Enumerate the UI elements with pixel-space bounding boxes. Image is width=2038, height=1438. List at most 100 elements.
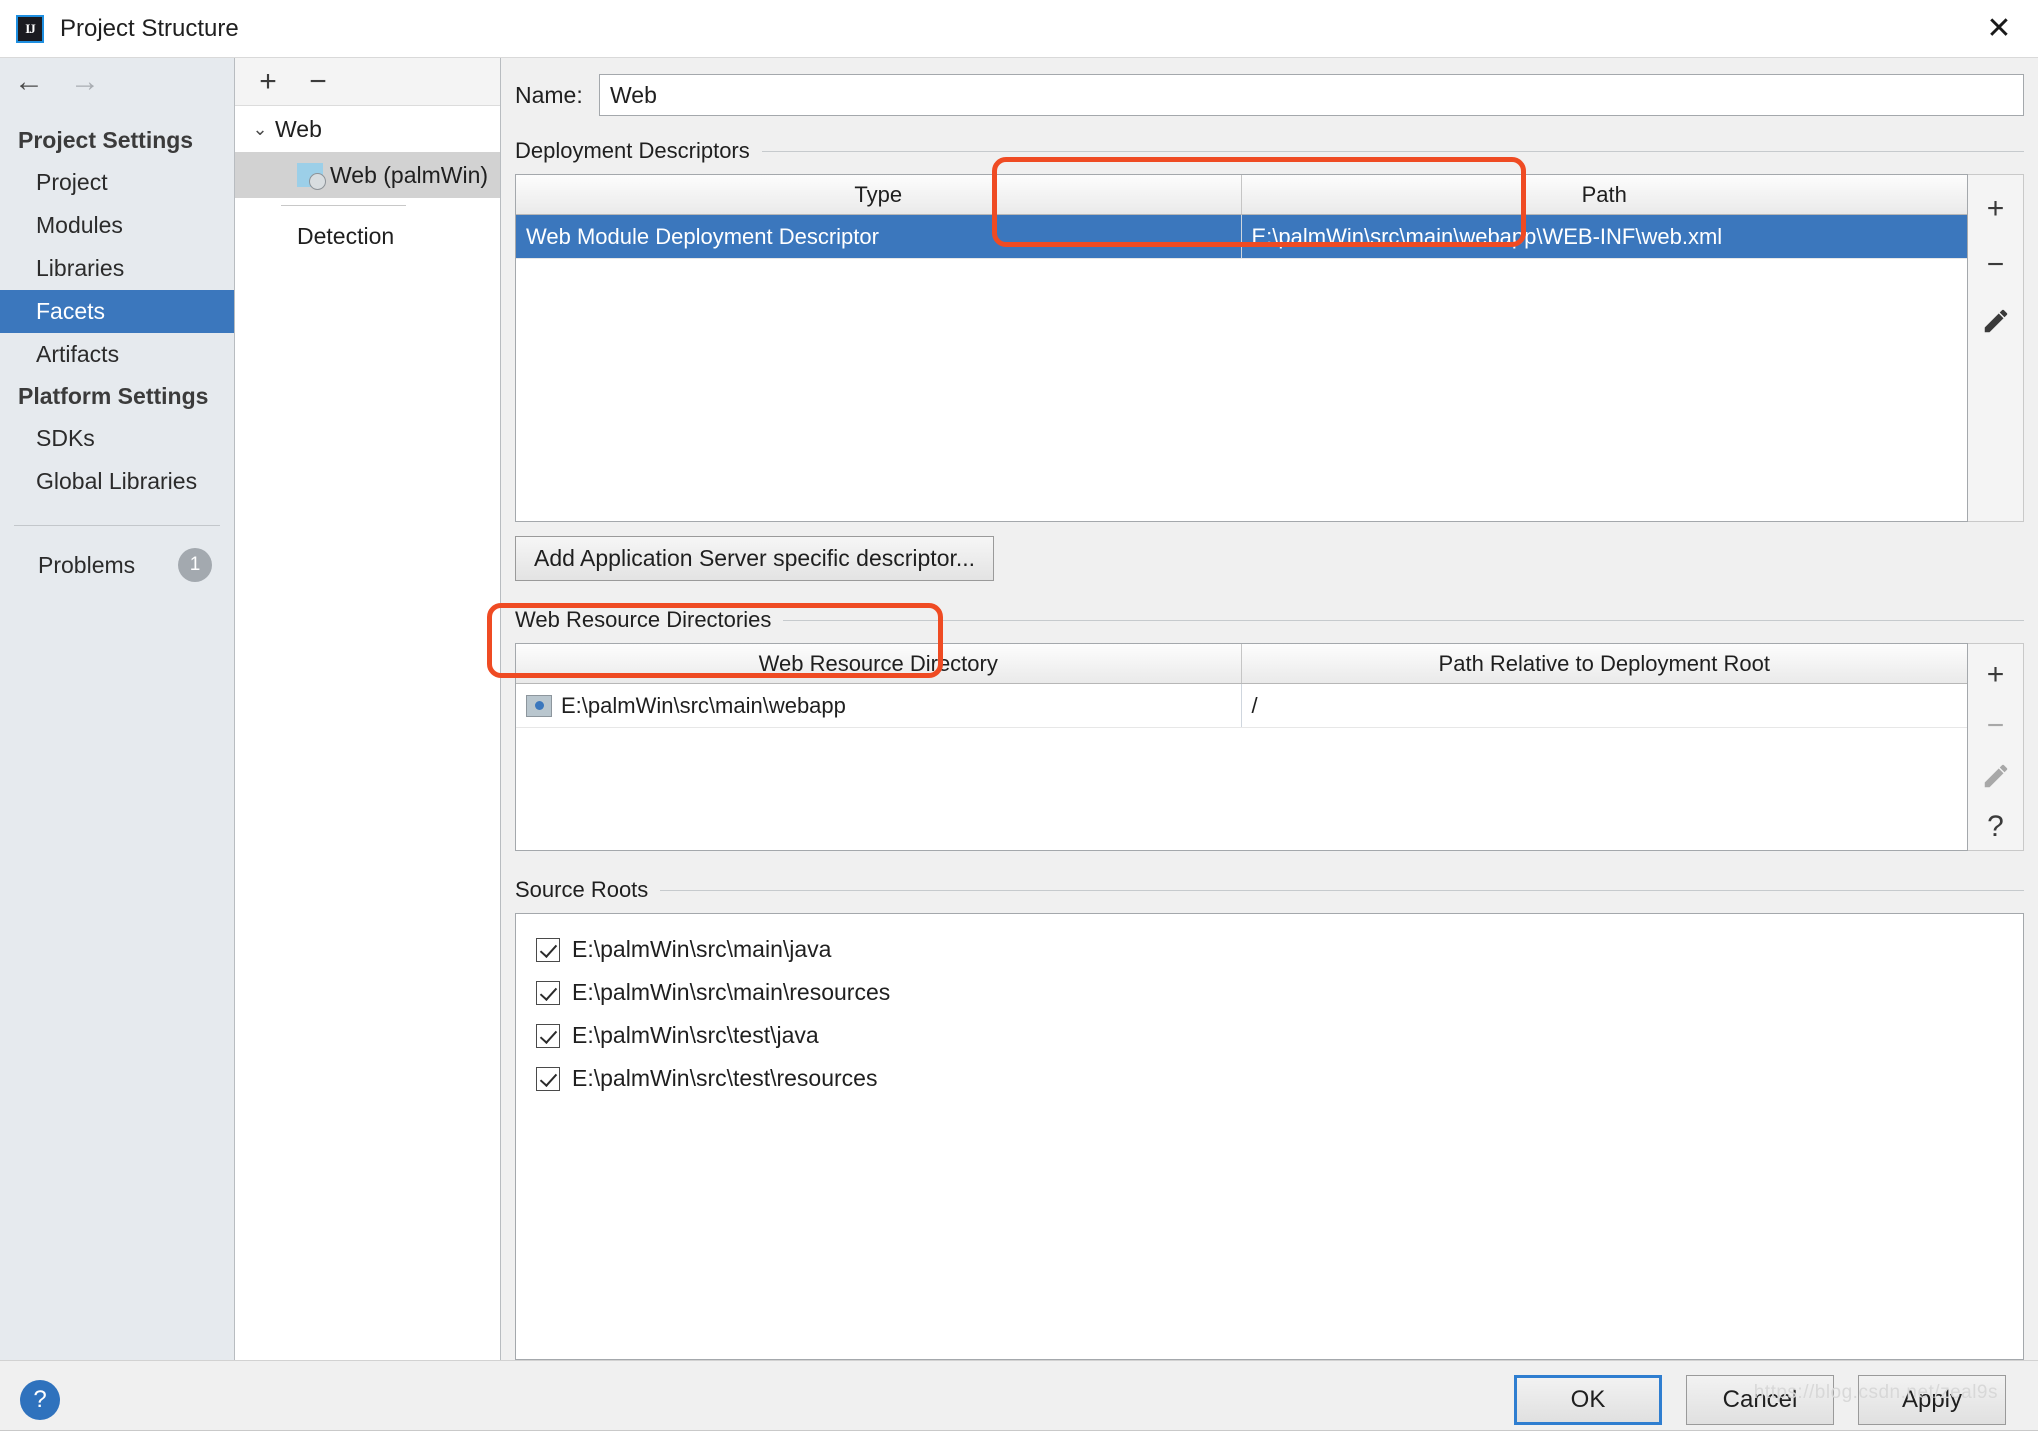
deployment-descriptors-label: Deployment Descriptors bbox=[515, 138, 750, 163]
web-resource-directory-help-button[interactable]: ? bbox=[1972, 804, 2020, 851]
tree-node-web-palmwin-label: Web (palmWin) bbox=[330, 161, 489, 188]
table-body: E:\palmWin\src\main\webapp / bbox=[516, 684, 1967, 850]
column-header-path[interactable]: Path bbox=[1242, 175, 1968, 214]
deployment-descriptors-table-wrap: Type Path Web Module Deployment Descript… bbox=[515, 174, 2024, 522]
section-rule bbox=[783, 619, 2024, 621]
web-facet-icon bbox=[297, 163, 326, 190]
checkbox-icon[interactable] bbox=[536, 937, 560, 962]
pencil-icon bbox=[1984, 765, 2007, 788]
sidebar-group-platform-settings: Platform Settings bbox=[18, 383, 209, 409]
remove-web-resource-directory-button[interactable]: − bbox=[1972, 703, 2020, 750]
column-header-type[interactable]: Type bbox=[516, 175, 1242, 214]
close-icon[interactable]: ✕ bbox=[1960, 0, 2038, 57]
add-facet-icon[interactable]: + bbox=[255, 66, 281, 97]
edit-descriptor-button[interactable] bbox=[1972, 295, 2020, 347]
table-header-row: Type Path bbox=[516, 175, 1967, 215]
table-row[interactable]: E:\palmWin\src\main\webapp / bbox=[516, 684, 1967, 728]
column-header-web-resource-directory[interactable]: Web Resource Directory bbox=[516, 644, 1242, 683]
web-resource-directories-label: Web Resource Directories bbox=[515, 607, 772, 632]
deployment-descriptors-header: Deployment Descriptors bbox=[515, 138, 2024, 164]
sidebar-item-modules[interactable]: Modules bbox=[0, 204, 234, 247]
sidebar-group-project-settings: Project Settings bbox=[18, 127, 194, 153]
cell-path: E:\palmWin\src\main\webapp\WEB-INF\web.x… bbox=[1251, 223, 1723, 249]
facet-editor-panel: Name: Deployment Descriptors Type Path W… bbox=[501, 58, 2038, 1360]
list-item[interactable]: E:\palmWin\src\test\java bbox=[516, 1014, 2023, 1057]
source-root-label: E:\palmWin\src\main\resources bbox=[572, 979, 891, 1005]
add-server-descriptor-row: Add Application Server specific descript… bbox=[515, 536, 2024, 581]
tree-node-web-group[interactable]: ⌄ Web bbox=[235, 106, 500, 152]
list-item[interactable]: E:\palmWin\src\main\resources bbox=[516, 971, 2023, 1014]
deployment-descriptors-table: Type Path Web Module Deployment Descript… bbox=[515, 174, 1968, 522]
facet-name-input[interactable] bbox=[599, 74, 2024, 116]
remove-descriptor-button[interactable]: − bbox=[1972, 239, 2020, 291]
deployment-descriptors-toolbar: + − bbox=[1968, 174, 2024, 522]
cell-relative-path: / bbox=[1251, 692, 1258, 718]
web-resource-directories-table: Web Resource Directory Path Relative to … bbox=[515, 643, 1968, 851]
table-body: Web Module Deployment Descriptor E:\palm… bbox=[516, 215, 1967, 521]
sidebar-item-artifacts[interactable]: Artifacts bbox=[0, 333, 234, 376]
sidebar-item-project[interactable]: Project bbox=[0, 161, 234, 204]
sidebar-item-global-libraries[interactable]: Global Libraries bbox=[0, 460, 234, 503]
help-icon[interactable]: ? bbox=[20, 1379, 60, 1420]
column-header-path-relative[interactable]: Path Relative to Deployment Root bbox=[1242, 644, 1968, 683]
table-header-row: Web Resource Directory Path Relative to … bbox=[516, 644, 1967, 684]
sidebar-item-problems[interactable]: Problems 1 bbox=[0, 526, 234, 590]
sidebar-list: Project Settings Project Modules Librari… bbox=[0, 106, 234, 590]
intellij-idea-icon: IJ bbox=[16, 14, 44, 43]
remove-facet-icon[interactable]: − bbox=[305, 66, 331, 97]
project-structure-dialog: IJ Project Structure ✕ ← → Project Setti… bbox=[0, 0, 2038, 1438]
sidebar-item-facets[interactable]: Facets bbox=[0, 290, 234, 333]
edit-web-resource-directory-button[interactable] bbox=[1972, 753, 2020, 800]
web-resource-directories-toolbar: + − ? bbox=[1968, 643, 2024, 851]
folder-icon bbox=[526, 694, 552, 717]
tree-node-detection-label: Detection bbox=[297, 222, 395, 249]
name-label: Name: bbox=[515, 81, 583, 108]
cell-web-resource-directory: E:\palmWin\src\main\webapp bbox=[516, 684, 1242, 727]
problems-count-badge: 1 bbox=[178, 548, 212, 582]
checkbox-icon[interactable] bbox=[536, 1066, 560, 1091]
facets-tree-toolbar: + − bbox=[235, 58, 500, 106]
cell-web-resource-directory-text: E:\palmWin\src\main\webapp bbox=[561, 692, 846, 718]
source-root-label: E:\palmWin\src\main\java bbox=[572, 936, 832, 962]
title-bar: IJ Project Structure ✕ bbox=[0, 0, 2038, 58]
tree-node-web-palmwin[interactable]: Web (palmWin) bbox=[235, 152, 500, 198]
name-row: Name: bbox=[515, 74, 2024, 116]
chevron-down-icon[interactable]: ⌄ bbox=[245, 119, 275, 140]
list-item[interactable]: E:\palmWin\src\test\resources bbox=[516, 1057, 2023, 1100]
add-web-resource-directory-button[interactable]: + bbox=[1972, 652, 2020, 699]
add-application-server-descriptor-button[interactable]: Add Application Server specific descript… bbox=[515, 536, 995, 581]
source-roots-label: Source Roots bbox=[515, 877, 649, 902]
dialog-footer: ? OK Cancel Apply bbox=[0, 1360, 2038, 1438]
web-resource-directories-header: Web Resource Directories bbox=[515, 607, 2024, 633]
cancel-button[interactable]: Cancel bbox=[1686, 1374, 1834, 1425]
table-row[interactable]: Web Module Deployment Descriptor E:\palm… bbox=[516, 215, 1967, 259]
source-roots-header: Source Roots bbox=[515, 877, 2024, 903]
tree-divider bbox=[281, 205, 406, 206]
apply-button[interactable]: Apply bbox=[1858, 1374, 2006, 1425]
add-descriptor-button[interactable]: + bbox=[1972, 183, 2020, 235]
source-root-label: E:\palmWin\src\test\java bbox=[572, 1022, 819, 1048]
bottom-edge-strip bbox=[0, 1430, 2038, 1438]
tree-node-detection[interactable]: Detection bbox=[235, 213, 500, 259]
section-rule bbox=[761, 150, 2024, 152]
section-rule bbox=[660, 889, 2024, 891]
source-roots-list: E:\palmWin\src\main\java E:\palmWin\src\… bbox=[515, 913, 2024, 1360]
problems-label: Problems bbox=[38, 551, 136, 578]
tree-node-web-label: Web bbox=[275, 115, 322, 142]
dialog-body: ← → Project Settings Project Modules Lib… bbox=[0, 58, 2038, 1360]
checkbox-icon[interactable] bbox=[536, 1023, 560, 1048]
settings-sidebar: ← → Project Settings Project Modules Lib… bbox=[0, 58, 235, 1360]
back-arrow-icon[interactable]: ← bbox=[14, 67, 44, 97]
source-root-label: E:\palmWin\src\test\resources bbox=[572, 1065, 878, 1091]
sidebar-item-libraries[interactable]: Libraries bbox=[0, 247, 234, 290]
window-title: Project Structure bbox=[60, 14, 239, 42]
checkbox-icon[interactable] bbox=[536, 980, 560, 1005]
list-item[interactable]: E:\palmWin\src\main\java bbox=[516, 928, 2023, 971]
ok-button[interactable]: OK bbox=[1514, 1374, 1662, 1425]
sidebar-item-sdks[interactable]: SDKs bbox=[0, 417, 234, 460]
navigation-arrows: ← → bbox=[0, 58, 234, 106]
facets-tree-panel: + − ⌄ Web Web (palmWin) Detection bbox=[235, 58, 501, 1360]
forward-arrow-icon[interactable]: → bbox=[70, 67, 100, 97]
web-resource-directories-table-wrap: Web Resource Directory Path Relative to … bbox=[515, 643, 2024, 851]
cell-type: Web Module Deployment Descriptor bbox=[516, 215, 1242, 258]
